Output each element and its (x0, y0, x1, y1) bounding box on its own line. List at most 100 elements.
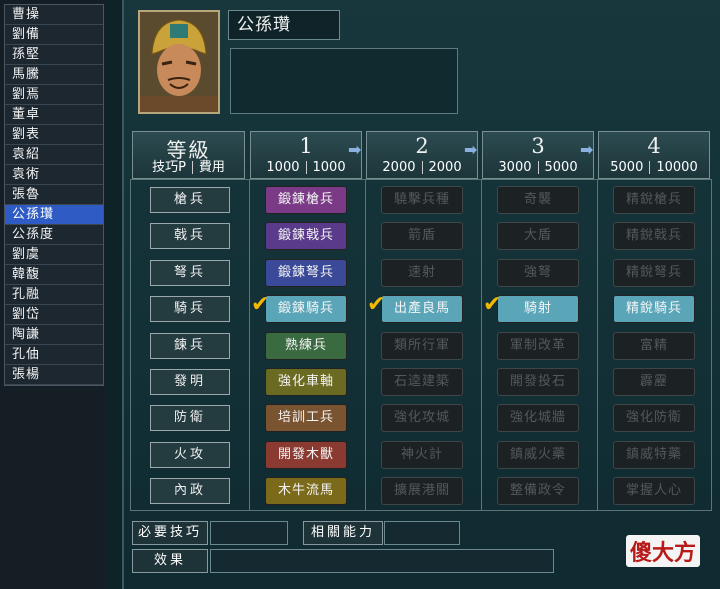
sidebar-item-officer[interactable]: 袁術 (5, 165, 103, 185)
tech-button[interactable]: 開發木獸 (265, 441, 347, 469)
level-arrow-icon: ➡ (348, 140, 362, 159)
tech-button[interactable]: 軍制改革 (497, 332, 579, 360)
row-label: 火攻 (150, 442, 230, 468)
sidebar-item-officer[interactable]: 劉岱 (5, 305, 103, 325)
level-costs: 1000 1000 (251, 157, 361, 178)
row-label: 防衛 (150, 405, 230, 431)
level-2-header: 2 2000 2000 (366, 131, 478, 179)
watermark: 傻大方 (626, 535, 701, 567)
tech-button[interactable]: 出產良馬 (381, 295, 463, 323)
sidebar-item-officer[interactable]: 劉虞 (5, 245, 103, 265)
description-box (230, 48, 458, 114)
fee-label: 費用 (198, 160, 225, 175)
tech-label: 技巧P (152, 160, 186, 175)
sidebar-item-officer[interactable]: 孔伷 (5, 345, 103, 365)
tech-button[interactable]: 強化防衛 (613, 404, 695, 432)
sidebar-item-officer[interactable]: 張魯 (5, 185, 103, 205)
tech-button[interactable]: 精銳騎兵 (613, 295, 695, 323)
tech-button[interactable]: 精銳戟兵 (613, 222, 695, 250)
tech-button[interactable]: 速射 (381, 259, 463, 287)
portrait-icon (140, 12, 218, 112)
sidebar-item-officer[interactable]: 孔融 (5, 285, 103, 305)
gold-cost: 10000 (656, 160, 698, 175)
level-header: 等級 技巧P 費用 (132, 131, 245, 179)
sidebar-item-officer[interactable]: 劉備 (5, 25, 103, 45)
sidebar-item-officer[interactable]: 袁紹 (5, 145, 103, 165)
tech-button[interactable]: 精銳弩兵 (613, 259, 695, 287)
tech-button[interactable]: 霹靂 (613, 368, 695, 396)
tech-button[interactable]: 鍛鍊槍兵 (265, 186, 347, 214)
level-arrow-icon: ➡ (464, 140, 478, 159)
tech-button[interactable]: 開發投石 (497, 368, 579, 396)
row-label: 戟兵 (150, 223, 230, 249)
tech-button[interactable]: 石逵建築 (381, 368, 463, 396)
tech-button[interactable]: 掌握人心 (613, 477, 695, 505)
cost-labels: 技巧P 費用 (133, 157, 244, 178)
tech-button[interactable]: 奇襲 (497, 186, 579, 214)
effect-label: 效果 (132, 549, 208, 573)
tech-button[interactable]: 木牛流馬 (265, 477, 347, 505)
sidebar-item-officer[interactable]: 劉表 (5, 125, 103, 145)
tech-button[interactable]: 整備政令 (497, 477, 579, 505)
level-arrow-icon: ➡ (580, 140, 594, 159)
sidebar-item-officer[interactable]: 劉焉 (5, 85, 103, 105)
sidebar-item-officer[interactable]: 公孫瓚 (5, 205, 103, 225)
tech-button[interactable]: 箭盾 (381, 222, 463, 250)
level-3-header: 3 3000 5000 (482, 131, 594, 179)
level-number: 3 (531, 134, 545, 158)
sidebar-item-officer[interactable]: 張楊 (5, 365, 103, 385)
officer-portrait (138, 10, 220, 114)
level-costs: 5000 10000 (599, 157, 709, 178)
level-costs: 3000 5000 (483, 157, 593, 178)
tech-button[interactable]: 精銳槍兵 (613, 186, 695, 214)
level-number: 1 (299, 134, 313, 158)
level-costs: 2000 2000 (367, 157, 477, 178)
effect-value (210, 549, 554, 573)
related-ability-label: 相關能力 (303, 521, 383, 545)
tech-button[interactable]: 擴展港關 (381, 477, 463, 505)
row-label: 槍兵 (150, 187, 230, 213)
tech-button[interactable]: 鍛鍊騎兵 (265, 295, 347, 323)
gold-cost: 2000 (428, 160, 462, 175)
sidebar-item-officer[interactable]: 韓馥 (5, 265, 103, 285)
checkmark-icon: ✔ (483, 292, 502, 317)
sidebar-item-officer[interactable]: 曹操 (5, 5, 103, 25)
tech-button[interactable]: 強化車軸 (265, 368, 347, 396)
officer-list: 曹操 劉備 孫堅 馬騰 劉焉 董卓 劉表 袁紹 袁術 張魯 公孫瓚 公孫度 劉虞 韓馥 孔融 劉岱 陶謙 孔伷 張楊 (4, 4, 104, 386)
gold-cost: 1000 (312, 160, 346, 175)
row-label: 弩兵 (150, 260, 230, 286)
required-skill-value (210, 521, 288, 545)
tech-cost: 2000 (382, 160, 416, 175)
sidebar-item-officer[interactable]: 董卓 (5, 105, 103, 125)
row-label: 騎兵 (150, 296, 230, 322)
level-number: 2 (415, 134, 429, 158)
level-1-header: 1 1000 1000 (250, 131, 362, 179)
sidebar-item-officer[interactable]: 陶謙 (5, 325, 103, 345)
tech-button[interactable]: 培訓工兵 (265, 404, 347, 432)
tech-button[interactable]: 神火計 (381, 441, 463, 469)
officer-sidebar: 曹操 劉備 孫堅 馬騰 劉焉 董卓 劉表 袁紹 袁術 張魯 公孫瓚 公孫度 劉虞 韓馥 孔融 劉岱 陶謙 孔伷 張楊 (0, 0, 105, 589)
tech-button[interactable]: 鍛鍊戟兵 (265, 222, 347, 250)
tech-button[interactable]: 鎮威特藥 (613, 441, 695, 469)
tech-button[interactable]: 強化攻城 (381, 404, 463, 432)
sidebar-item-officer[interactable]: 公孫度 (5, 225, 103, 245)
tech-button[interactable]: 類所行軍 (381, 332, 463, 360)
tech-button[interactable]: 驍擊兵種 (381, 186, 463, 214)
tech-button[interactable]: 強化城牆 (497, 404, 579, 432)
tech-button[interactable]: 強弩 (497, 259, 579, 287)
row-label: 內政 (150, 478, 230, 504)
tech-cost: 5000 (610, 160, 644, 175)
tech-cost: 3000 (498, 160, 532, 175)
tech-button[interactable]: 大盾 (497, 222, 579, 250)
tech-button[interactable]: 鎮威火藥 (497, 441, 579, 469)
related-ability-value (384, 521, 460, 545)
required-skill-label: 必要技巧 (132, 521, 208, 545)
level-number: 4 (647, 134, 661, 158)
tech-button[interactable]: 富精 (613, 332, 695, 360)
sidebar-item-officer[interactable]: 孫堅 (5, 45, 103, 65)
tech-button[interactable]: 熟練兵 (265, 332, 347, 360)
tech-button[interactable]: 騎射 (497, 295, 579, 323)
row-label: 發明 (150, 369, 230, 395)
tech-button[interactable]: 鍛鍊弩兵 (265, 259, 347, 287)
sidebar-item-officer[interactable]: 馬騰 (5, 65, 103, 85)
